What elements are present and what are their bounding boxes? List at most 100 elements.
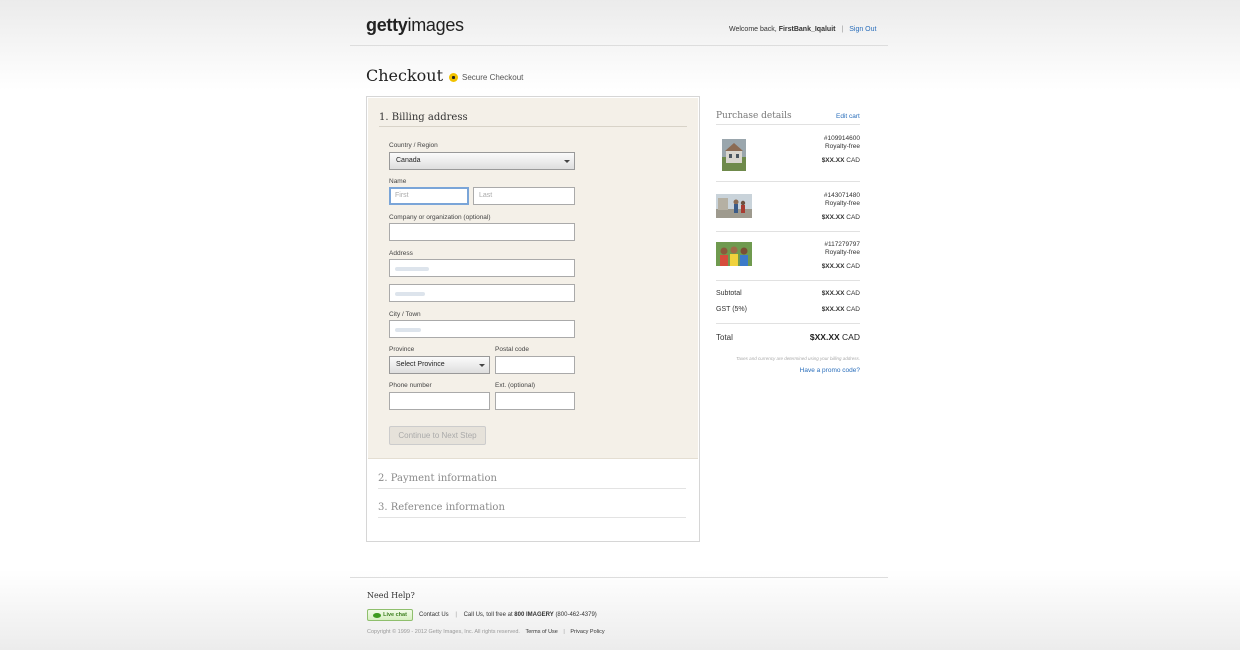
header-separator: | bbox=[841, 26, 844, 33]
billing-title-divider bbox=[379, 126, 687, 127]
items-bottom-divider bbox=[716, 280, 860, 281]
gst-amount: $XX.XX bbox=[821, 306, 845, 313]
sign-out-link[interactable]: Sign Out bbox=[849, 26, 876, 33]
total-currency: CAD bbox=[842, 332, 860, 342]
total-label: Total bbox=[716, 333, 733, 342]
item-price: $XX.XX CAD bbox=[780, 157, 860, 164]
country-label: Country / Region bbox=[389, 142, 438, 149]
live-chat-button[interactable]: Live chat bbox=[367, 609, 413, 621]
postal-code-label: Postal code bbox=[495, 346, 529, 353]
terms-of-use-link[interactable]: Terms of Use bbox=[525, 629, 557, 635]
address-line2-input[interactable] bbox=[389, 284, 575, 302]
payment-section-title[interactable]: 2. Payment information bbox=[378, 473, 497, 484]
payment-divider bbox=[378, 488, 686, 489]
last-name-placeholder: Last bbox=[479, 192, 493, 199]
purchase-details-title: Purchase details bbox=[716, 111, 792, 121]
copyright-bar: Copyright © 1999 - 2012 Getty Images, In… bbox=[367, 629, 605, 635]
house-image bbox=[722, 139, 746, 171]
last-name-input[interactable]: Last bbox=[473, 187, 575, 205]
subtotal-label: Subtotal bbox=[716, 290, 742, 297]
header-divider bbox=[350, 45, 888, 46]
city-label: City / Town bbox=[389, 311, 421, 318]
contact-us-link[interactable]: Contact Us bbox=[419, 612, 449, 618]
item-thumbnail[interactable] bbox=[716, 242, 752, 266]
subtotal-currency: CAD bbox=[846, 290, 860, 297]
reference-divider bbox=[378, 517, 686, 518]
address-label: Address bbox=[389, 250, 413, 257]
redacted-address-1 bbox=[395, 267, 429, 271]
city-input[interactable] bbox=[389, 320, 575, 338]
logo-rest-text: images bbox=[407, 15, 465, 35]
item-price: $XX.XX CAD bbox=[780, 263, 860, 270]
copyright-text: Copyright © 1999 - 2012 Getty Images, In… bbox=[367, 629, 520, 635]
item-meta: #109914600 Royalty-free bbox=[780, 135, 860, 150]
chat-bubble-icon bbox=[373, 612, 382, 618]
chevron-down-icon bbox=[479, 364, 485, 367]
footer-separator: | bbox=[563, 629, 565, 635]
username: FirstBank_Iqaluit bbox=[778, 26, 836, 33]
purchase-divider bbox=[716, 124, 860, 125]
item-price-value: $XX.XX bbox=[821, 263, 845, 270]
billing-section: 1. Billing address Country / Region Cana… bbox=[368, 98, 698, 459]
item-price-currency: CAD bbox=[846, 263, 860, 270]
edit-cart-link[interactable]: Edit cart bbox=[836, 113, 860, 120]
group-photo-image bbox=[716, 242, 752, 266]
item-price: $XX.XX CAD bbox=[780, 214, 860, 221]
total-amount: $XX.XX bbox=[809, 332, 840, 342]
item-license: Royalty-free bbox=[824, 142, 860, 150]
lock-icon bbox=[449, 73, 458, 82]
phone-label: Phone number bbox=[389, 382, 432, 389]
first-name-input[interactable]: First bbox=[389, 187, 469, 205]
item-id: #109914600 bbox=[823, 135, 860, 142]
chevron-down-icon bbox=[564, 160, 570, 163]
total-value: $XX.XX CAD bbox=[780, 332, 860, 342]
item-price-value: $XX.XX bbox=[821, 214, 845, 221]
phone-input[interactable] bbox=[389, 392, 490, 410]
subtotal-value: $XX.XX CAD bbox=[780, 290, 860, 297]
item-thumbnail[interactable] bbox=[716, 194, 752, 218]
gst-label: GST (5%) bbox=[716, 306, 747, 313]
reference-section-title[interactable]: 3. Reference information bbox=[378, 502, 505, 513]
subtotal-amount: $XX.XX bbox=[821, 290, 845, 297]
people-walking-image bbox=[716, 194, 752, 218]
item-price-value: $XX.XX bbox=[821, 157, 845, 164]
postal-code-input[interactable] bbox=[495, 356, 575, 374]
province-select[interactable]: Select Province bbox=[389, 356, 490, 374]
item-meta: #143071480 Royalty-free bbox=[780, 192, 860, 207]
company-label: Company or organization (optional) bbox=[389, 214, 491, 221]
footer-divider bbox=[350, 577, 888, 578]
promo-code-link[interactable]: Have a promo code? bbox=[740, 367, 860, 374]
ext-label: Ext. (optional) bbox=[495, 382, 536, 389]
call-prefix: Call Us, toll free at bbox=[463, 612, 513, 618]
redacted-address-2 bbox=[395, 292, 425, 296]
billing-section-title: 1. Billing address bbox=[379, 112, 468, 123]
need-help-heading: Need Help? bbox=[367, 591, 415, 600]
company-input[interactable] bbox=[389, 223, 575, 241]
item-license: Royalty-free bbox=[824, 199, 860, 207]
checkout-panel: 1. Billing address Country / Region Cana… bbox=[366, 96, 700, 542]
item-divider bbox=[716, 181, 860, 182]
item-thumbnail[interactable] bbox=[722, 139, 746, 171]
page-title: Checkout bbox=[366, 66, 444, 85]
address-line1-input[interactable] bbox=[389, 259, 575, 277]
contact-bar: Contact Us | Call Us, toll free at 800 I… bbox=[419, 612, 597, 618]
gst-currency: CAD bbox=[846, 306, 860, 313]
item-divider bbox=[716, 231, 860, 232]
privacy-policy-link[interactable]: Privacy Policy bbox=[570, 629, 604, 635]
country-select[interactable]: Canada bbox=[389, 152, 575, 170]
continue-button[interactable]: Continue to Next Step bbox=[389, 426, 486, 445]
item-license: Royalty-free bbox=[824, 248, 860, 256]
item-price-currency: CAD bbox=[846, 214, 860, 221]
province-value: Select Province bbox=[396, 361, 445, 368]
getty-images-logo[interactable]: gettyimages bbox=[366, 15, 464, 36]
item-id: #117279797 bbox=[824, 241, 860, 248]
welcome-prefix: Welcome back, bbox=[729, 26, 777, 33]
item-meta: #117279797 Royalty-free bbox=[780, 241, 860, 256]
logo-bold-text: getty bbox=[366, 15, 408, 35]
item-price-currency: CAD bbox=[846, 157, 860, 164]
tax-note: Taxes and currency are determined using … bbox=[736, 356, 860, 361]
ext-input[interactable] bbox=[495, 392, 575, 410]
secure-checkout-label: Secure Checkout bbox=[462, 73, 524, 82]
first-name-placeholder: First bbox=[395, 192, 409, 199]
item-id: #143071480 bbox=[823, 192, 860, 199]
